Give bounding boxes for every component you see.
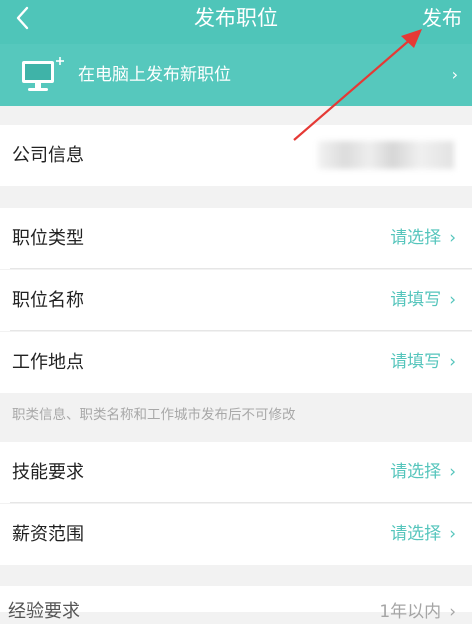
chevron-right-icon: › (449, 462, 456, 482)
nav-bar: 发布职位 发布 (0, 0, 472, 36)
skills-placeholder: 请选择 (390, 462, 442, 482)
salary-row[interactable]: 薪资范围 请选择 › (0, 504, 472, 565)
skills-row[interactable]: 技能要求 请选择 › (0, 442, 472, 503)
back-button[interactable] (10, 2, 36, 32)
chevron-right-icon: › (451, 65, 458, 84)
skills-value: 请选择 › (390, 442, 456, 503)
header: 发布职位 发布 在电脑上发布新职位 › (0, 0, 472, 106)
work-location-row[interactable]: 工作地点 请填写 › (0, 332, 472, 393)
publish-on-pc-banner[interactable]: 在电脑上发布新职位 › (0, 44, 472, 106)
experience-row[interactable]: 经验要求 1年以内 › (0, 586, 472, 622)
page-title: 发布职位 (194, 6, 278, 30)
salary-label: 薪资范围 (12, 524, 84, 545)
salary-placeholder: 请选择 (390, 524, 442, 544)
job-name-label: 职位名称 (12, 290, 84, 311)
chevron-right-icon: › (449, 228, 456, 248)
experience-placeholder: 1年以内 (379, 602, 442, 622)
skills-label: 技能要求 (12, 462, 84, 483)
work-location-value: 请填写 › (390, 332, 456, 393)
work-location-label: 工作地点 (12, 352, 84, 373)
company-name-blurred (318, 141, 454, 169)
chevron-right-icon: › (449, 602, 456, 622)
job-type-label: 职位类型 (12, 228, 84, 249)
job-type-value: 请选择 › (390, 208, 456, 269)
job-name-placeholder: 请填写 (390, 290, 442, 310)
job-type-row[interactable]: 职位类型 请选择 › (0, 208, 472, 269)
publish-button[interactable]: 发布 (422, 4, 462, 32)
experience-label: 经验要求 (8, 601, 80, 622)
work-location-placeholder: 请填写 (390, 352, 442, 372)
job-name-value: 请填写 › (390, 270, 456, 331)
salary-value: 请选择 › (390, 504, 456, 565)
company-info-label: 公司信息 (12, 145, 84, 166)
job-type-placeholder: 请选择 (390, 228, 442, 248)
divider (10, 502, 472, 503)
chevron-right-icon: › (449, 290, 456, 310)
company-info-row[interactable]: 公司信息 (0, 125, 472, 186)
chevron-right-icon: › (449, 524, 456, 544)
computer-monitor-icon (22, 57, 64, 91)
immutable-fields-notice: 职类信息、职类名称和工作城市发布后不可修改 (12, 407, 296, 423)
divider (10, 330, 472, 331)
job-name-row[interactable]: 职位名称 请填写 › (0, 270, 472, 331)
pc-banner-text: 在电脑上发布新职位 (78, 65, 231, 85)
chevron-right-icon: › (449, 352, 456, 372)
chevron-left-icon (16, 6, 29, 30)
divider (10, 268, 472, 269)
experience-value: 1年以内 › (379, 600, 456, 624)
